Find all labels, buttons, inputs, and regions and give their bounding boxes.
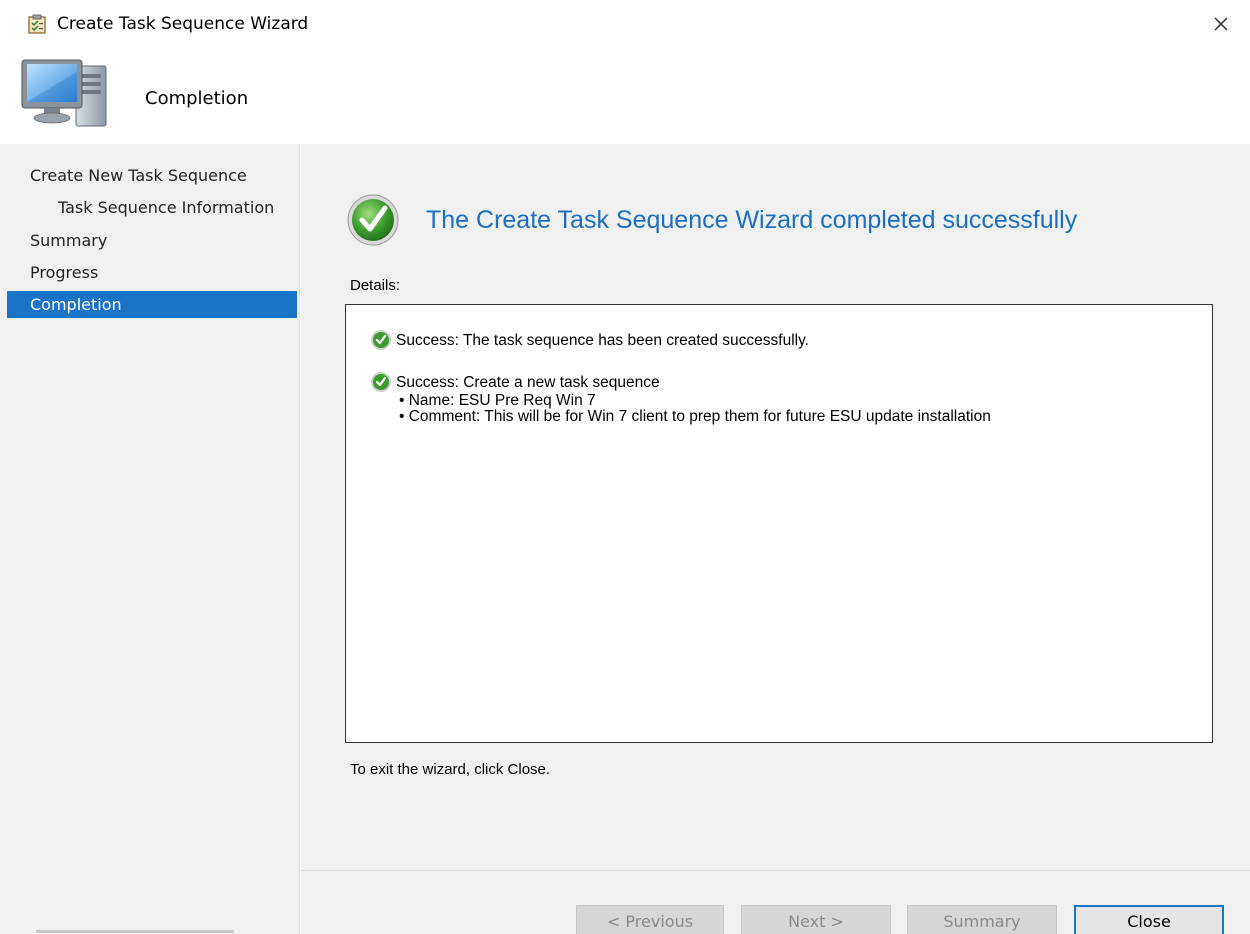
title-bar: Create Task Sequence Wizard <box>0 0 1250 44</box>
main-content: The Create Task Sequence Wizard complete… <box>301 144 1250 870</box>
window-title: Create Task Sequence Wizard <box>57 14 309 34</box>
success-heading: The Create Task Sequence Wizard complete… <box>426 206 1078 234</box>
details-entry: Success: Create a new task sequence Name… <box>370 371 991 425</box>
details-panel: Success: The task sequence has been crea… <box>345 304 1213 743</box>
sidebar-item-completion[interactable]: Completion <box>7 291 297 318</box>
check-circle-icon <box>370 329 392 351</box>
details-bullet-comment: Comment: This will be for Win 7 client t… <box>370 409 991 425</box>
previous-button[interactable]: < Previous <box>576 905 724 934</box>
sidebar-item-task-sequence-information[interactable]: Task Sequence Information <box>7 194 297 221</box>
check-circle-icon <box>370 371 392 393</box>
wizard-footer: < Previous Next > Summary Close <box>301 870 1250 934</box>
sidebar-scrollbar[interactable] <box>36 930 234 933</box>
close-icon[interactable] <box>1206 9 1236 39</box>
sidebar-item-create-new-task-sequence[interactable]: Create New Task Sequence <box>7 162 297 189</box>
wizard-sidebar: Create New Task Sequence Task Sequence I… <box>0 144 300 934</box>
details-bullet-name: Name: ESU Pre Req Win 7 <box>370 393 991 409</box>
sidebar-item-summary[interactable]: Summary <box>7 227 297 254</box>
wizard-header: Completion <box>0 44 1250 144</box>
details-label: Details: <box>350 277 401 294</box>
exit-instruction: To exit the wizard, click Close. <box>350 761 551 778</box>
details-entry-text: Success: Create a new task sequence <box>396 373 660 391</box>
clipboard-wizard-icon <box>27 14 47 34</box>
summary-button[interactable]: Summary <box>907 905 1057 934</box>
computer-icon <box>20 54 120 142</box>
check-circle-icon <box>345 194 405 246</box>
sidebar-item-progress[interactable]: Progress <box>7 259 297 286</box>
close-button[interactable]: Close <box>1074 905 1224 934</box>
details-entry-text: Success: The task sequence has been crea… <box>396 331 809 349</box>
next-button[interactable]: Next > <box>741 905 891 934</box>
details-entry: Success: The task sequence has been crea… <box>370 329 809 351</box>
page-title: Completion <box>145 88 249 109</box>
